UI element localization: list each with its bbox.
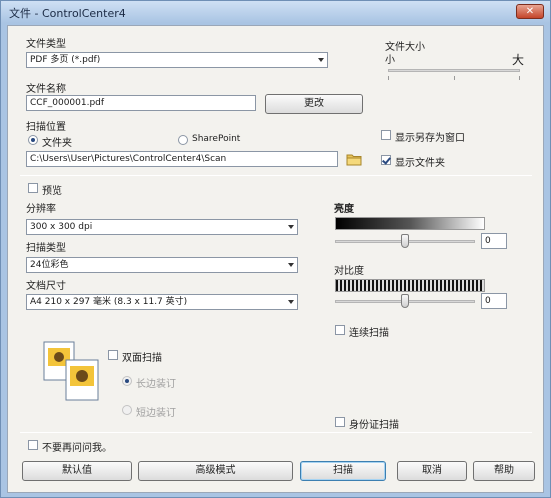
change-button[interactable]: 更改 [265,94,363,114]
show-save-as-label: 显示另存为窗口 [395,133,465,144]
dialog-client-area: 文件类型 PDF 多页 (*.pdf) 文件大小 小 大 文件名称 CCF_00… [7,25,544,493]
resolution-value: 300 x 300 dpi [30,222,93,232]
close-icon: ✕ [525,6,535,17]
file-name-input[interactable]: CCF_000001.pdf [26,95,256,111]
long-edge-label: 长边装订 [136,379,176,390]
show-folder-label: 显示文件夹 [395,158,445,169]
brightness-gradient-bar [335,217,485,230]
contrast-input[interactable]: 0 [481,293,507,309]
id-card-scan-label: 身份证扫描 [349,420,399,431]
duplex-pages-icon [42,340,104,402]
brightness-label: 亮度 [334,204,354,215]
file-name-label: 文件名称 [26,84,66,95]
file-type-select[interactable]: PDF 多页 (*.pdf) [26,52,328,68]
help-button[interactable]: 帮助 [473,461,535,481]
advanced-mode-button[interactable]: 高级模式 [138,461,293,481]
brightness-input[interactable]: 0 [481,233,507,249]
contrast-slider-thumb[interactable] [401,294,409,308]
show-save-as-checkbox[interactable] [381,130,391,140]
long-edge-radio[interactable] [122,376,132,386]
scan-location-label: 扫描位置 [26,122,66,133]
chevron-down-icon [288,263,294,267]
scan-type-value: 24位彩色 [30,260,69,270]
id-card-scan-checkbox[interactable] [335,417,345,427]
preview-label: 预览 [42,186,62,197]
chevron-down-icon [318,58,324,62]
chevron-down-icon [288,225,294,229]
scan-path-input[interactable]: C:\Users\User\Pictures\ControlCenter4\Sc… [26,151,338,167]
folder-radio-label: 文件夹 [42,138,72,149]
section-divider [20,432,532,433]
contrast-label: 对比度 [334,266,364,277]
file-size-min-label: 小 [385,55,395,66]
file-type-label: 文件类型 [26,39,66,50]
resolution-select[interactable]: 300 x 300 dpi [26,219,298,235]
default-button[interactable]: 默认值 [22,461,132,481]
scan-type-label: 扫描类型 [26,243,66,254]
contrast-pattern-bar [335,279,485,292]
scan-button[interactable]: 扫描 [300,461,386,481]
sharepoint-radio-label: SharePoint [192,134,241,144]
contrast-value: 0 [485,296,491,306]
sharepoint-radio[interactable] [178,135,188,145]
document-size-value: A4 210 x 297 毫米 (8.3 x 11.7 英寸) [30,297,188,307]
resolution-label: 分辨率 [26,204,56,215]
show-folder-checkbox[interactable] [381,155,391,165]
brightness-value: 0 [485,236,491,246]
file-size-slider-track[interactable] [388,69,520,72]
duplex-scan-checkbox[interactable] [108,350,118,360]
file-name-value: CCF_000001.pdf [30,98,105,108]
dont-show-again-checkbox[interactable] [28,440,38,450]
scan-path-value: C:\Users\User\Pictures\ControlCenter4\Sc… [30,154,227,164]
file-size-max-label: 大 [512,53,525,67]
scan-type-select[interactable]: 24位彩色 [26,257,298,273]
close-button[interactable]: ✕ [516,4,544,19]
duplex-scan-label: 双面扫描 [122,353,162,364]
folder-radio[interactable] [28,135,38,145]
chevron-down-icon [288,300,294,304]
short-edge-radio[interactable] [122,405,132,415]
continuous-scan-checkbox[interactable] [335,325,345,335]
section-divider [20,175,532,176]
cancel-button[interactable]: 取消 [397,461,467,481]
file-size-slider-ticks [388,76,520,80]
short-edge-label: 短边装订 [136,408,176,419]
continuous-scan-label: 连续扫描 [349,328,389,339]
window-title: 文件 - ControlCenter4 [9,7,126,20]
dialog-window: 文件 - ControlCenter4 ✕ 文件类型 PDF 多页 (*.pdf… [0,0,551,498]
brightness-slider-thumb[interactable] [401,234,409,248]
file-type-value: PDF 多页 (*.pdf) [30,55,101,65]
document-size-label: 文档尺寸 [26,281,66,292]
title-bar[interactable]: 文件 - ControlCenter4 ✕ [1,1,550,23]
document-size-select[interactable]: A4 210 x 297 毫米 (8.3 x 11.7 英寸) [26,294,298,310]
folder-icon[interactable] [346,152,362,166]
dont-show-again-label: 不要再问问我。 [42,443,112,454]
preview-checkbox[interactable] [28,183,38,193]
